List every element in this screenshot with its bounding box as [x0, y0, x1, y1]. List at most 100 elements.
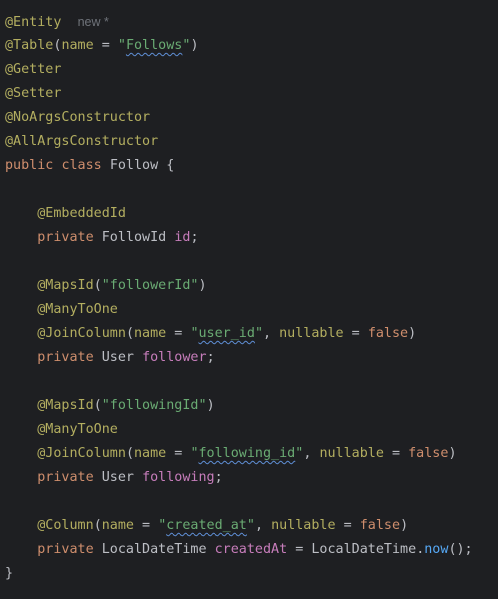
annotation: @Getter [5, 62, 62, 77]
comma: , [303, 446, 320, 461]
param-name: name [101, 518, 134, 533]
paren: ( [125, 446, 134, 461]
code-line-23[interactable]: private LocalDateTime createdAt = LocalD… [5, 538, 473, 562]
quote: " [190, 446, 199, 461]
paren: ( [93, 398, 102, 413]
param-name: nullable [279, 326, 344, 341]
paren: ) [206, 398, 215, 413]
keyword: private [37, 542, 94, 557]
annotation: @MapsId [37, 398, 94, 413]
annotation: @JoinColumn [37, 446, 126, 461]
annotation: @AllArgsConstructor [5, 134, 159, 149]
boolean-literal: false [359, 518, 401, 533]
paren: ) [408, 326, 417, 341]
annotation: @NoArgsConstructor [5, 110, 151, 125]
comma: , [254, 518, 272, 533]
field-name: id [174, 230, 191, 245]
type-name: User [101, 350, 134, 365]
string-literal: "followingId" [101, 398, 207, 413]
annotation: @Setter [5, 86, 62, 101]
annotation: @EmbeddedId [37, 206, 126, 221]
paren: ) [198, 278, 207, 293]
brace: } [5, 566, 14, 581]
paren: ( [93, 278, 102, 293]
code-line-13[interactable]: @ManyToOne [5, 298, 118, 322]
code-line-15[interactable]: private User follower; [5, 346, 215, 370]
code-line-17[interactable]: @MapsId("followingId") [5, 394, 215, 418]
field-name: follower [142, 350, 207, 365]
code-line-5[interactable]: @NoArgsConstructor [5, 106, 150, 130]
operator: = [343, 326, 368, 341]
annotation: @Table [5, 38, 54, 53]
string-value-typo[interactable]: created_at [166, 518, 247, 533]
string-value-typo[interactable]: following_id [199, 446, 296, 461]
semicolon: ; [214, 470, 223, 485]
operator: = [134, 518, 159, 533]
field-name: createdAt [214, 542, 288, 557]
paren: ) [448, 446, 457, 461]
code-line-4[interactable]: @Setter [5, 82, 61, 106]
operator: = [166, 446, 191, 461]
param-name: name [134, 326, 167, 341]
param-name: name [61, 38, 94, 53]
paren: ) [190, 38, 199, 53]
annotation: @JoinColumn [37, 326, 126, 341]
string-literal: "followerId" [101, 278, 199, 293]
annotation: @Entity [5, 15, 62, 30]
code-line-24[interactable]: } [5, 562, 13, 586]
paren: ( [93, 518, 102, 533]
keyword: class [61, 158, 102, 173]
param-name: nullable [319, 446, 384, 461]
operator: = [383, 446, 409, 461]
class-name: Follow [109, 158, 159, 173]
quote: " [246, 518, 255, 533]
annotation: @ManyToOne [37, 422, 118, 437]
string-value-typo[interactable]: Follows [126, 38, 182, 53]
quote: " [117, 38, 126, 53]
brace: { [166, 158, 175, 173]
call-parens: (); [448, 542, 473, 557]
boolean-literal: false [367, 326, 409, 341]
field-name: following [142, 470, 215, 485]
param-name: nullable [271, 518, 336, 533]
keyword: private [37, 230, 94, 245]
keyword: private [37, 470, 94, 485]
code-line-22[interactable]: @Column(name = "created_at", nullable = … [5, 514, 408, 538]
code-line-7[interactable]: public class Follow { [5, 154, 174, 178]
semicolon: ; [206, 350, 215, 365]
quote: " [254, 326, 263, 341]
code-line-14[interactable]: @JoinColumn(name = "user_id", nullable =… [5, 322, 416, 346]
param-name: name [134, 446, 167, 461]
code-line-6[interactable]: @AllArgsConstructor [5, 130, 158, 154]
paren: ( [125, 326, 134, 341]
inlay-hint-author[interactable]: new * [78, 15, 109, 29]
semicolon: ; [190, 230, 199, 245]
code-line-3[interactable]: @Getter [5, 58, 61, 82]
keyword: private [37, 350, 94, 365]
code-editor[interactable]: @Entity new * @Table(name = "Follows") @… [0, 0, 498, 599]
paren: ) [400, 518, 409, 533]
operator: = [166, 326, 191, 341]
code-line-20[interactable]: private User following; [5, 466, 223, 490]
boolean-literal: false [408, 446, 449, 461]
type-name: User [101, 470, 134, 485]
class-reference: LocalDateTime [311, 542, 417, 557]
method-call: now [424, 542, 449, 557]
operator: = [287, 542, 312, 557]
operator: = [93, 38, 118, 53]
annotation: @ManyToOne [37, 302, 118, 317]
code-line-1[interactable]: @Entity new * [5, 10, 109, 34]
operator: = [335, 518, 360, 533]
code-line-19[interactable]: @JoinColumn(name = "following_id", nulla… [5, 442, 457, 466]
type-name: LocalDateTime [101, 542, 207, 557]
keyword: public [5, 158, 54, 173]
annotation: @MapsId [37, 278, 94, 293]
string-value-typo[interactable]: user_id [199, 326, 255, 341]
quote: " [190, 326, 199, 341]
code-line-2[interactable]: @Table(name = "Follows") [5, 34, 199, 58]
code-line-9[interactable]: @EmbeddedId [5, 202, 126, 226]
code-line-18[interactable]: @ManyToOne [5, 418, 118, 442]
annotation: @Column [37, 518, 94, 533]
code-line-10[interactable]: private FollowId id; [5, 226, 199, 250]
code-line-12[interactable]: @MapsId("followerId") [5, 274, 207, 298]
